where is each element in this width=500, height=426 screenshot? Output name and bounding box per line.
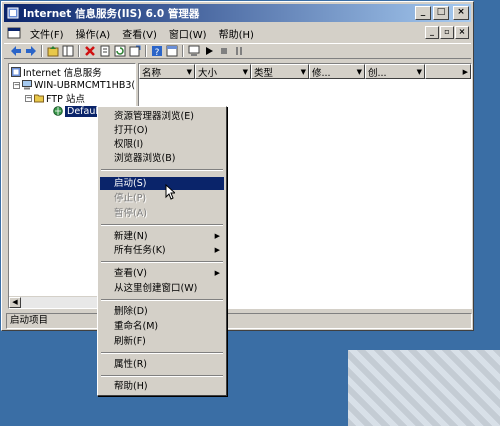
ctx-new-window[interactable]: 从这里创建窗口(W) <box>100 282 224 295</box>
folder-icon <box>34 94 44 103</box>
ctx-delete[interactable]: 删除(D) <box>100 305 224 318</box>
refresh-icon[interactable] <box>114 45 126 57</box>
show-tree-icon[interactable] <box>62 45 74 57</box>
submenu-arrow-icon: ▶ <box>214 269 220 277</box>
tree-item-label: WIN-UBRMCMT1HB3( <box>34 79 136 91</box>
export-icon[interactable] <box>129 45 141 57</box>
close-button[interactable]: × <box>453 6 469 20</box>
iis-icon <box>11 67 21 77</box>
menu-separator <box>101 261 223 263</box>
play-icon[interactable] <box>203 45 215 57</box>
sort-arrow-icon: ▼ <box>356 67 362 76</box>
sort-arrow-icon: ▼ <box>242 67 248 76</box>
column-header-size[interactable]: 大小 ▼ <box>195 64 251 79</box>
toolbar-separator <box>145 45 147 57</box>
menu-separator <box>101 224 223 226</box>
toolbar-separator <box>182 45 184 57</box>
column-header-created[interactable]: 创... ▼ <box>365 64 425 79</box>
ctx-open[interactable]: 打开(O) <box>100 124 224 137</box>
pause-icon[interactable] <box>233 45 245 57</box>
ctx-properties[interactable]: 属性(R) <box>100 358 224 371</box>
ctx-explore[interactable]: 资源管理器浏览(E) <box>100 110 224 123</box>
properties-icon[interactable] <box>99 45 111 57</box>
menu-help[interactable]: 帮助(H) <box>213 26 260 41</box>
toolbar-separator <box>78 45 80 57</box>
computer-icon[interactable] <box>188 45 200 57</box>
up-icon[interactable] <box>47 45 59 57</box>
sort-arrow-icon: ▼ <box>416 67 422 76</box>
menu-separator <box>101 375 223 377</box>
title-bar[interactable]: Internet 信息服务(IIS) 6.0 管理器 _ □ × <box>4 4 471 22</box>
tree-item-server[interactable]: − WIN-UBRMCMT1HB3( <box>13 79 135 91</box>
mdi-minimize-button[interactable]: _ <box>425 26 439 39</box>
ctx-stop[interactable]: 停止(P) <box>100 192 224 205</box>
back-icon[interactable] <box>10 45 22 57</box>
sort-arrow-icon: ▼ <box>300 67 306 76</box>
sort-arrow-icon: ▼ <box>186 67 192 76</box>
list-header: 名称 ▼ 大小 ▼ 类型 ▼ 修... ▼ 创... ▼ ▶ <box>139 64 471 79</box>
maximize-button[interactable]: □ <box>433 6 449 20</box>
menu-separator <box>101 169 223 171</box>
column-header-modified[interactable]: 修... ▼ <box>309 64 365 79</box>
delete-icon[interactable] <box>84 45 96 57</box>
mdi-close-button[interactable]: × <box>455 26 469 39</box>
ftp-site-icon <box>53 106 63 116</box>
ctx-permissions[interactable]: 权限(I) <box>100 138 224 151</box>
ctx-refresh[interactable]: 刷新(F) <box>100 335 224 348</box>
mdi-restore-button[interactable]: ▫ <box>440 26 454 39</box>
ctx-new-label: 新建(N) <box>114 231 148 242</box>
watermark <box>348 350 500 426</box>
status-bar: 启动项目 <box>6 313 472 329</box>
status-pane-3 <box>222 313 472 329</box>
console-icon[interactable] <box>166 45 178 57</box>
menu-separator <box>101 299 223 301</box>
menu-action[interactable]: 操作(A) <box>70 26 117 41</box>
tree-item-label: Internet 信息服务 <box>23 68 102 79</box>
mouse-cursor-icon <box>165 184 175 200</box>
help-icon[interactable]: ? <box>151 45 163 57</box>
scroll-left-button[interactable]: ◀ <box>9 297 21 308</box>
ctx-start[interactable]: 启动(S) <box>100 177 224 190</box>
toolbar-separator <box>41 45 43 57</box>
ctx-all-tasks-label: 所有任务(K) <box>114 245 166 256</box>
window-title: Internet 信息服务(IIS) 6.0 管理器 <box>23 7 200 20</box>
menu-file[interactable]: 文件(F) <box>24 26 70 41</box>
menu-bar: 文件(F) 操作(A) 查看(V) 窗口(W) 帮助(H) _ ▫ × <box>4 24 471 42</box>
submenu-arrow-icon: ▶ <box>214 232 220 240</box>
tree-item-ftp-sites[interactable]: − FTP 站点 <box>25 92 85 105</box>
column-header-type[interactable]: 类型 ▼ <box>251 64 309 79</box>
column-header-name[interactable]: 名称 ▼ <box>139 64 195 79</box>
toolbar: ? <box>4 43 471 59</box>
tree-item-iis-root[interactable]: Internet 信息服务 <box>11 66 102 79</box>
console-window-icon[interactable] <box>7 27 21 39</box>
collapse-toggle[interactable]: − <box>25 94 32 102</box>
tree-item-label: FTP 站点 <box>46 94 85 105</box>
menu-view[interactable]: 查看(V) <box>116 26 163 41</box>
ctx-view-label: 查看(V) <box>114 268 147 279</box>
ctx-help[interactable]: 帮助(H) <box>100 380 224 393</box>
more-columns-icon: ▶ <box>462 67 468 76</box>
iis-app-icon <box>7 7 19 19</box>
collapse-toggle[interactable]: − <box>13 81 20 89</box>
column-header-more[interactable]: ▶ <box>425 64 471 79</box>
ctx-view[interactable]: 查看(V) ▶ <box>100 267 224 280</box>
ctx-rename[interactable]: 重命名(M) <box>100 320 224 333</box>
menu-window[interactable]: 窗口(W) <box>163 26 213 41</box>
forward-icon[interactable] <box>25 45 37 57</box>
ctx-new[interactable]: 新建(N) ▶ <box>100 230 224 243</box>
context-menu: 资源管理器浏览(E) 打开(O) 权限(I) 浏览器浏览(B) 启动(S) 停止… <box>97 106 227 396</box>
stop-icon[interactable] <box>218 45 230 57</box>
iis-manager-window: Internet 信息服务(IIS) 6.0 管理器 _ □ × 文件(F) 操… <box>1 1 474 331</box>
ctx-browse[interactable]: 浏览器浏览(B) <box>100 152 224 165</box>
minimize-button[interactable]: _ <box>415 6 431 20</box>
status-text: 启动项目 <box>6 313 98 329</box>
menu-separator <box>101 352 223 354</box>
ctx-all-tasks[interactable]: 所有任务(K) ▶ <box>100 244 224 257</box>
computer-icon <box>22 80 32 90</box>
submenu-arrow-icon: ▶ <box>214 246 220 254</box>
svg-text:?: ? <box>155 48 160 57</box>
ctx-pause[interactable]: 暂停(A) <box>100 207 224 220</box>
